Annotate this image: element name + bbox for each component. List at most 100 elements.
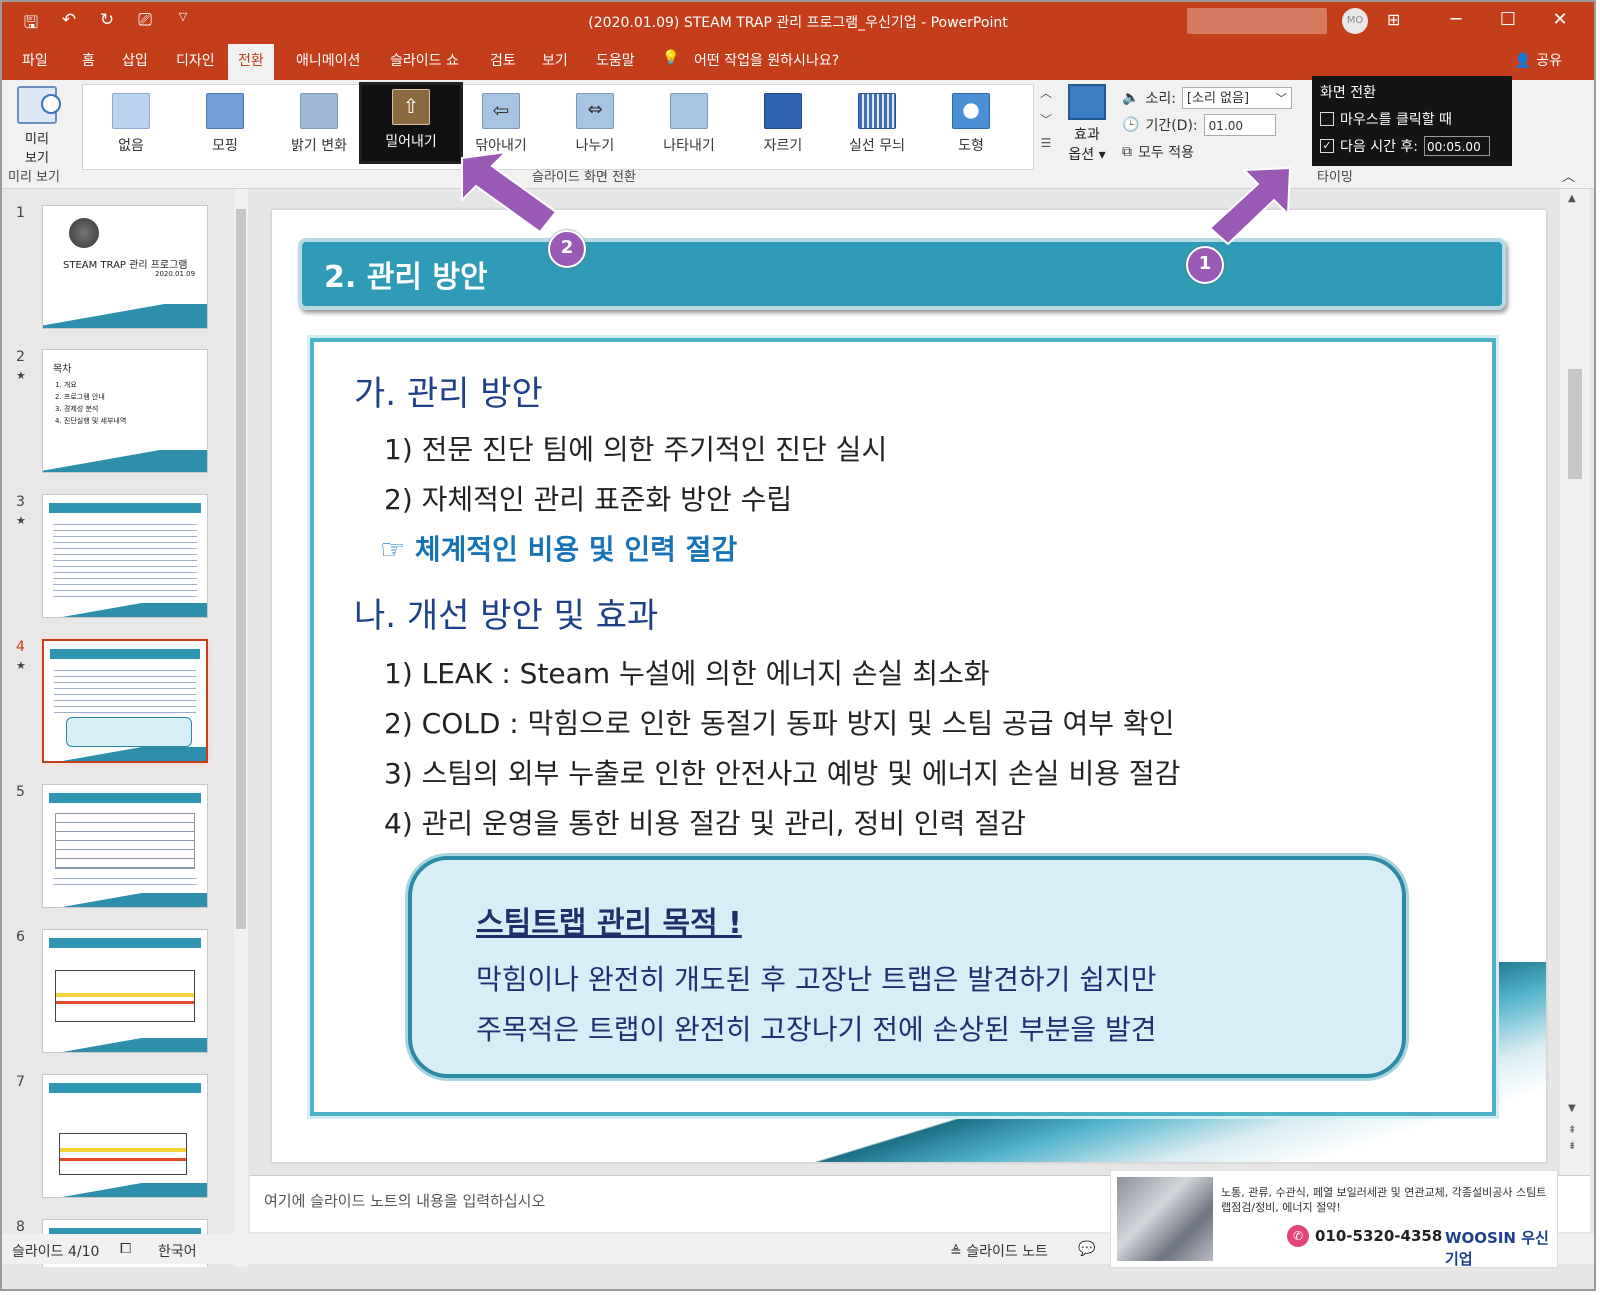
slide-thumbnail-7[interactable] (42, 1074, 208, 1198)
transition-wipe[interactable]: ⇦ 닦아내기 (457, 89, 545, 163)
preview-button[interactable]: 미리 보기 (10, 86, 64, 166)
thumb-body (53, 519, 197, 599)
close-button[interactable]: ✕ (1534, 6, 1586, 34)
transition-shape[interactable]: 도형 (927, 89, 1015, 163)
tab-animations[interactable]: 애니메이션 (296, 50, 360, 70)
on-click-label: 마우스를 클릭할 때 (1340, 112, 1452, 128)
tab-slideshow[interactable]: 슬라이드 쇼 (390, 50, 459, 70)
transition-fade[interactable]: 밝기 변화 (275, 89, 363, 163)
spell-check-icon[interactable]: ⧠ (120, 1241, 131, 1257)
thumb-title-bar (49, 793, 201, 803)
scroll-down-icon[interactable]: ▼ (1568, 1103, 1576, 1114)
transition-label: 닦아내기 (475, 138, 527, 154)
person-icon: 👤 (1514, 53, 1532, 69)
transition-none[interactable]: 없음 (87, 89, 175, 163)
slide-thumbnail-3[interactable] (42, 494, 208, 618)
boiler-photo (1117, 1177, 1213, 1261)
transition-reveal[interactable]: 나타내기 (645, 89, 733, 163)
ribbon-display-options-icon[interactable]: ⊞ (1387, 10, 1400, 29)
transition-label: 나누기 (575, 138, 615, 154)
transition-cut[interactable]: 자르기 (739, 89, 827, 163)
thumb-title-bar (49, 1083, 201, 1093)
slide-thumbnail-1[interactable]: STEAM TRAP 관리 프로그램 2020.01.09 (42, 205, 208, 329)
notes-placeholder: 여기에 슬라이드 노트의 내용을 입력하십시오 (264, 1192, 546, 1210)
thumb-table (55, 970, 195, 1022)
section-b-item: 4) 관리 운영을 통한 비용 절감 및 관리, 정비 인력 절감 (384, 807, 1026, 840)
sound-label: 소리: (1145, 90, 1176, 107)
callout-line: 주목적은 트랩이 완전히 고장나기 전에 손상된 부분을 발견 (476, 1013, 1157, 1046)
collapse-ribbon-icon[interactable]: ︿ (1562, 166, 1575, 185)
transition-morph-icon (206, 93, 244, 129)
effect-options-label: 효과 옵션 ▾ (1068, 127, 1106, 163)
slide-title[interactable]: 2. 관리 방안 (298, 238, 1506, 310)
tab-insert[interactable]: 삽입 (122, 50, 148, 70)
company-ad-banner: 노통, 관류, 수관식, 페열 보일러세관 및 연관교체, 각종설비공사 스팀트… (1110, 1170, 1558, 1268)
effect-options-button[interactable]: 효과 옵션 ▾ (1060, 84, 1114, 164)
thumb-deco (43, 603, 207, 617)
gallery-down-icon[interactable]: ﹀ (1036, 111, 1056, 128)
scroll-up-icon[interactable]: ▲ (1568, 193, 1576, 204)
section-a-item: 1) 전문 진단 팀에 의한 주기적인 진단 실시 (384, 433, 888, 466)
duration-spinner[interactable]: 01.00 (1203, 113, 1276, 136)
tab-review[interactable]: 검토 (490, 50, 516, 70)
slide-number: 7 (16, 1074, 25, 1090)
apply-all-button[interactable]: ⧉ 모두 적용 (1122, 138, 1292, 165)
transition-random-bars[interactable]: 실선 무늬 (833, 89, 921, 163)
purpose-callout[interactable]: 스팀트랩 관리 목적 ! 막힘이나 완전히 개도된 후 고장난 트랩은 발견하기… (408, 856, 1406, 1078)
tab-transitions[interactable]: 전환 (228, 44, 274, 80)
tab-home[interactable]: 홈 (82, 50, 95, 70)
tab-design[interactable]: 디자인 (176, 50, 215, 70)
slide-thumbnail-4[interactable] (39, 636, 211, 766)
on-click-checkbox[interactable] (1320, 112, 1334, 126)
gallery-more-icon[interactable]: ☰ (1036, 136, 1056, 150)
maximize-button[interactable]: ☐ (1482, 6, 1534, 34)
language-indicator[interactable]: 한국어 (158, 1241, 197, 1261)
current-slide[interactable]: 2. 관리 방안 가. 관리 방안 1) 전문 진단 팀에 의한 주기적인 진단… (272, 210, 1546, 1162)
animation-star-icon: ★ (16, 369, 26, 382)
gallery-up-icon[interactable]: ︿ (1036, 84, 1056, 101)
editor-scrollbar[interactable]: ▲ ▼ ⇞ ⇟ (1560, 189, 1590, 1175)
thumb-item: 4. 진단실행 및 세부내역 (55, 417, 127, 425)
thumb-item: 1. 개요 (55, 381, 77, 389)
transition-push[interactable]: ⇧ 밀어내기 (359, 82, 463, 164)
thumb-deco (43, 893, 207, 907)
clock-icon: 🕒 (1122, 116, 1140, 133)
after-time-spinner[interactable]: 00:05.00 (1424, 136, 1491, 156)
share-button[interactable]: 👤 공유 (1514, 50, 1562, 70)
slide-thumbnail-5[interactable] (42, 784, 208, 908)
comments-icon[interactable]: 💬 (1078, 1241, 1095, 1257)
scroll-thumb[interactable] (236, 209, 246, 929)
animation-star-icon: ★ (16, 514, 26, 527)
tell-me-search[interactable]: 어떤 작업을 원하시나요? (694, 50, 839, 70)
thumbnails-scrollbar[interactable] (234, 189, 248, 1267)
previous-slide-icon[interactable]: ⇞ (1568, 1125, 1576, 1136)
slide-thumbnail-6[interactable] (42, 929, 208, 1053)
slide-content-box[interactable]: 가. 관리 방안 1) 전문 진단 팀에 의한 주기적인 진단 실시 2) 자체… (310, 338, 1496, 1116)
avatar[interactable]: MO (1342, 8, 1368, 34)
thumb-date: 2020.01.09 (155, 270, 196, 278)
transition-split[interactable]: ⇔ 나누기 (551, 89, 639, 163)
apply-all-label: 모두 적용 (1138, 144, 1194, 161)
ad-brand-logo: WOOSIN 우신기업 (1445, 1229, 1549, 1268)
slide-position: 슬라이드 4/10 (12, 1244, 100, 1260)
transition-label: 자르기 (763, 138, 803, 154)
notes-toggle-button[interactable]: ≜ 슬라이드 노트 (950, 1241, 1048, 1261)
next-slide-icon[interactable]: ⇟ (1568, 1141, 1576, 1152)
animation-star-icon: ★ (16, 659, 26, 672)
after-time-checkbox[interactable]: ✓ (1320, 139, 1334, 153)
ad-text: 노통, 관류, 수관식, 페열 보일러세관 및 연관교체, 각종설비공사 스팀트… (1221, 1186, 1547, 1214)
slide-number: 1 (16, 205, 25, 221)
scroll-thumb[interactable] (1568, 369, 1582, 479)
tab-view[interactable]: 보기 (542, 50, 568, 70)
transition-wipe-icon: ⇦ (482, 93, 520, 129)
slide-thumbnail-2[interactable]: 목차 1. 개요 2. 프로그램 안내 3. 경제성 분석 4. 진단실행 및 … (42, 349, 208, 473)
minimize-button[interactable]: ─ (1430, 6, 1482, 34)
transition-morph[interactable]: 모핑 (181, 89, 269, 163)
transition-label: 나타내기 (663, 138, 715, 154)
thumb-deco (43, 304, 207, 328)
transition-label: 밀어내기 (385, 134, 437, 150)
tab-file[interactable]: 파일 (22, 50, 48, 70)
sound-dropdown[interactable]: [소리 없음] (1181, 86, 1292, 110)
sound-icon: 🔈 (1122, 89, 1140, 106)
tab-help[interactable]: 도움말 (596, 50, 635, 70)
